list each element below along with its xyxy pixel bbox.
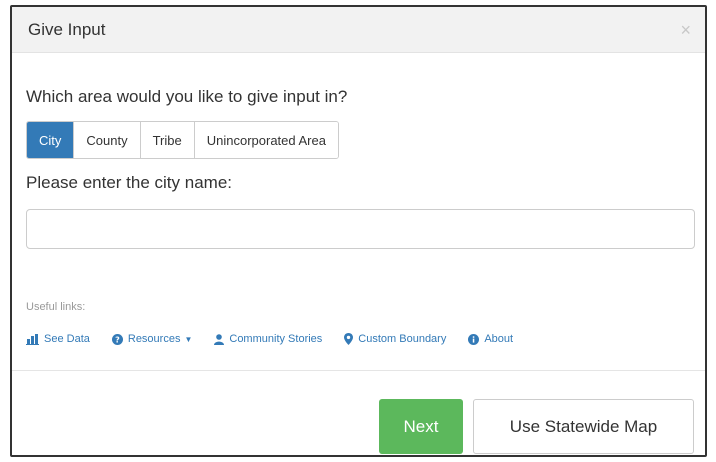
useful-links-bar: See Data ? Resources ▼ Community Stories xyxy=(26,333,693,345)
link-label: About xyxy=(484,333,514,345)
link-about[interactable]: About xyxy=(468,333,513,345)
dialog-footer: Next Use Statewide Map xyxy=(12,370,705,455)
close-button[interactable]: × xyxy=(680,21,691,39)
link-community-stories[interactable]: Community Stories xyxy=(214,333,322,345)
svg-text:?: ? xyxy=(115,335,120,344)
question-circle-icon: ? xyxy=(111,333,123,345)
area-type-selector: City County Tribe Unincorporated Area xyxy=(26,121,339,159)
area-option-county[interactable]: County xyxy=(74,122,141,158)
user-icon xyxy=(214,333,225,345)
next-button[interactable]: Next xyxy=(379,399,463,454)
city-name-prompt: Please enter the city name: xyxy=(26,173,233,192)
link-label: Custom Boundary xyxy=(358,333,447,345)
dialog-header: Give Input × xyxy=(12,7,705,53)
dialog-body: Which area would you like to give input … xyxy=(12,87,705,345)
give-input-dialog: Give Input × Which area would you like t… xyxy=(10,5,707,457)
link-see-data[interactable]: See Data xyxy=(26,333,90,345)
useful-links-heading: Useful links: xyxy=(26,301,86,313)
dialog-title: Give Input xyxy=(28,19,106,39)
map-marker-icon xyxy=(344,333,354,345)
area-option-city[interactable]: City xyxy=(27,122,75,158)
area-option-tribe[interactable]: Tribe xyxy=(140,122,195,158)
chevron-down-icon: ▼ xyxy=(184,334,193,344)
city-name-input[interactable] xyxy=(26,209,695,249)
link-label: See Data xyxy=(44,333,90,345)
link-custom-boundary[interactable]: Custom Boundary xyxy=(344,333,446,345)
link-label: Community Stories xyxy=(229,333,323,345)
area-question: Which area would you like to give input … xyxy=(26,87,348,106)
link-resources[interactable]: ? Resources ▼ xyxy=(111,333,193,345)
bar-chart-icon xyxy=(26,333,39,345)
link-label: Resources xyxy=(127,333,181,345)
area-option-unincorporated[interactable]: Unincorporated Area xyxy=(194,122,338,158)
info-circle-icon xyxy=(468,333,480,345)
use-statewide-map-button[interactable]: Use Statewide Map xyxy=(473,399,694,454)
